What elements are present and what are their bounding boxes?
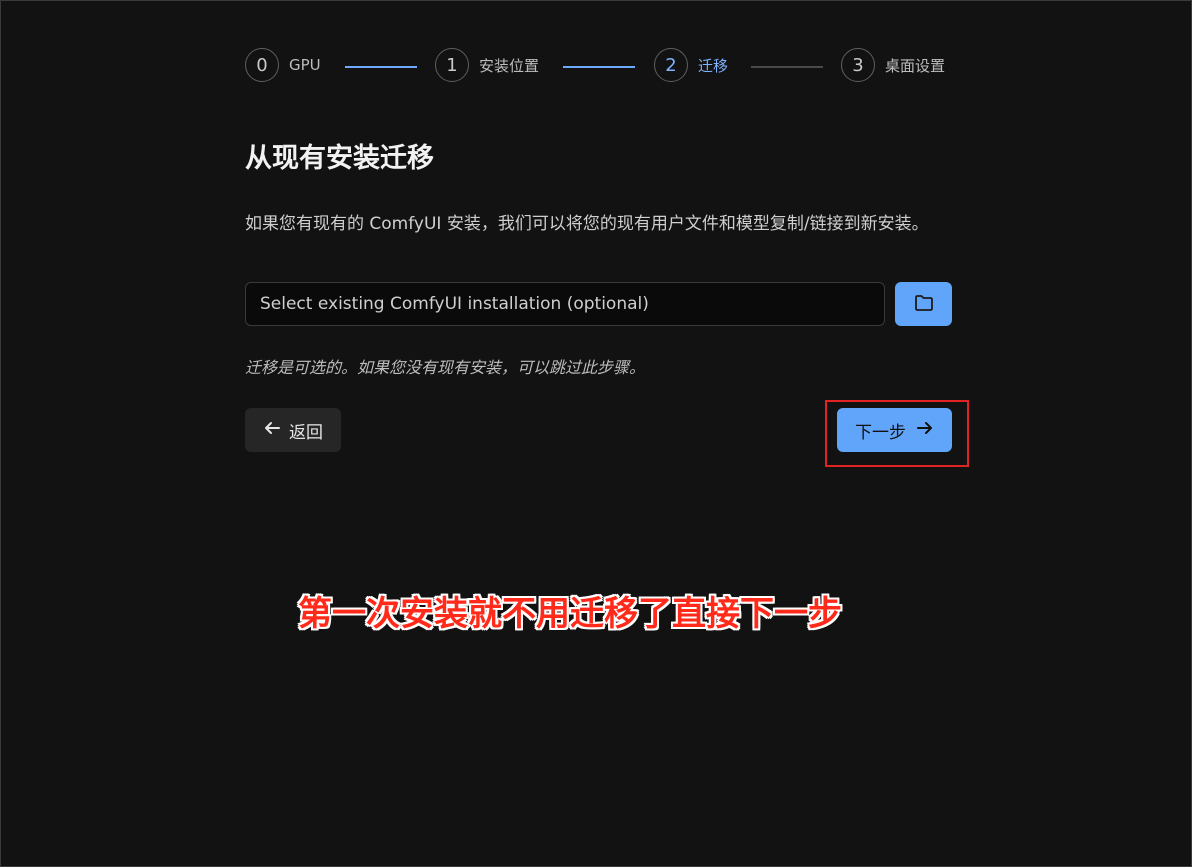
step-number: 2: [654, 48, 688, 82]
back-button[interactable]: 返回: [245, 408, 341, 452]
back-button-label: 返回: [289, 422, 323, 443]
migration-description: 如果您有现有的 ComfyUI 安装，我们可以将您的现有用户文件和模型复制/链接…: [245, 214, 929, 234]
step-connector: [751, 66, 823, 68]
step-label: 桌面设置: [885, 56, 946, 75]
step-number: 1: [435, 48, 469, 82]
install-stepper: 0 GPU 1 安装位置 2 迁移 3 桌面设置: [245, 48, 955, 86]
step-number: 3: [841, 48, 875, 82]
step-install-location[interactable]: 1 安装位置: [435, 48, 539, 82]
step-label: 迁移: [698, 56, 729, 75]
step-label: 安装位置: [479, 56, 540, 75]
step-gpu[interactable]: 0 GPU: [245, 48, 321, 82]
annotation-text: 第一次安装就不用迁移了直接下一步: [298, 594, 842, 634]
folder-icon: [914, 294, 934, 315]
annotation-highlight-box: [825, 400, 969, 467]
step-connector: [345, 66, 417, 68]
install-path-input[interactable]: [245, 282, 885, 326]
app-window: 0 GPU 1 安装位置 2 迁移 3 桌面设置 从现有安装迁移 如果您有现有的…: [0, 0, 1192, 867]
step-label: GPU: [289, 56, 321, 74]
page-title: 从现有安装迁移: [245, 143, 434, 174]
browse-folder-button[interactable]: [895, 282, 952, 326]
step-migration[interactable]: 2 迁移: [654, 48, 728, 82]
step-desktop-settings[interactable]: 3 桌面设置: [841, 48, 945, 82]
step-connector: [563, 66, 635, 68]
arrow-left-icon: [263, 420, 281, 441]
migration-optional-note: 迁移是可选的。如果您没有现有安装，可以跳过此步骤。: [245, 358, 646, 377]
step-number: 0: [245, 48, 279, 82]
